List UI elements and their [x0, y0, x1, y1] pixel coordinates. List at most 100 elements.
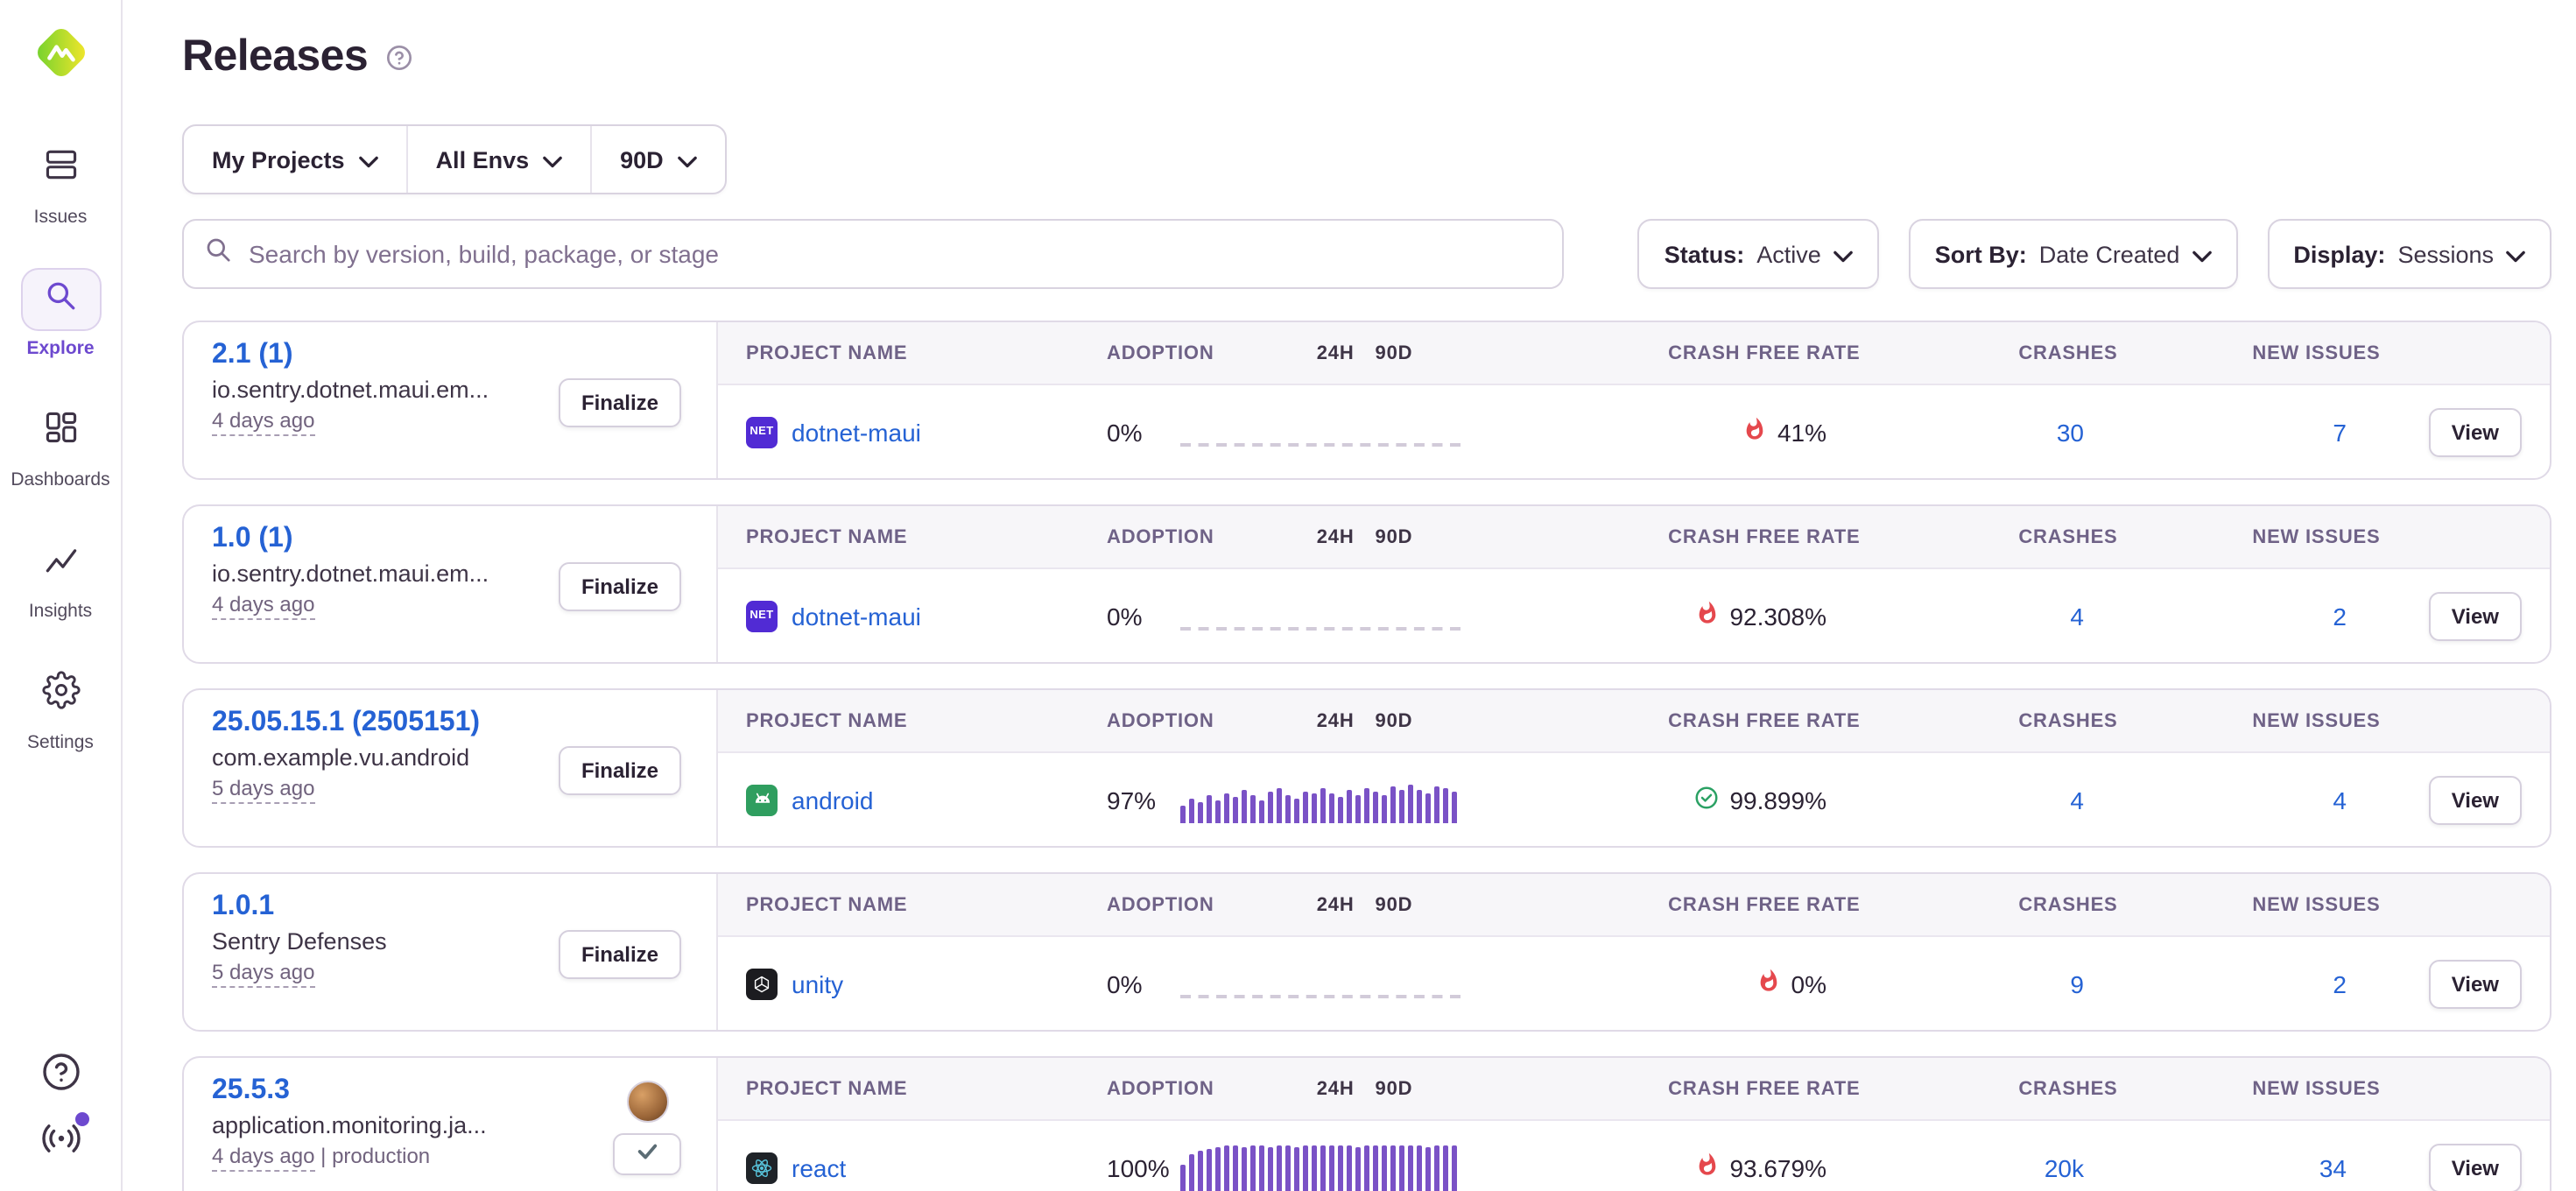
chevron-down-icon — [678, 146, 697, 173]
view-button[interactable]: View — [2429, 1143, 2522, 1191]
help-circle-icon — [39, 1070, 81, 1100]
view-button[interactable]: View — [2429, 775, 2522, 824]
table-row: android 97% 99.899% 4 4 View — [718, 753, 2550, 846]
finalize-button[interactable]: Finalize — [559, 561, 681, 610]
project-link[interactable]: unity — [792, 969, 843, 997]
release-time: 4 days ago — [212, 1144, 314, 1172]
page-filter-bar: My Projects All Envs 90D — [182, 124, 727, 194]
release-version-link[interactable]: 25.05.15.1 (2505151) — [212, 708, 480, 739]
release-version-link[interactable]: 25.5.3 — [212, 1075, 487, 1107]
sidebar: Issues Explore Dashboards Insights — [0, 0, 123, 1191]
adoption-sparkline — [1180, 961, 1460, 1006]
whats-new-button[interactable] — [39, 1117, 81, 1159]
period-toggle-24h[interactable]: 24H — [1317, 342, 1355, 363]
explore-icon — [41, 276, 80, 323]
release-card: 25.5.3 application.monitoring.ja... 4 da… — [182, 1056, 2551, 1191]
period-toggle-90d[interactable]: 90D — [1376, 342, 1413, 363]
crashes-link[interactable]: 4 — [2070, 602, 2084, 630]
adoption-value: 97% — [1107, 786, 1180, 814]
status-dropdown[interactable]: Status: Active — [1638, 219, 1879, 289]
period-toggle-90d[interactable]: 90D — [1376, 526, 1413, 547]
display-label: Display: — [2293, 241, 2385, 267]
period-toggle-24h[interactable]: 24H — [1317, 894, 1355, 915]
release-summary: 2.1 (1) io.sentry.dotnet.maui.em... 4 da… — [184, 322, 718, 478]
crash-free-rate-value: 92.308% — [1729, 602, 1826, 630]
finalized-check-button[interactable] — [613, 1133, 681, 1175]
help-button[interactable] — [39, 1051, 81, 1093]
column-header-adoption: ADOPTION — [1107, 894, 1214, 915]
finalize-button[interactable]: Finalize — [559, 377, 681, 426]
crashes-link[interactable]: 4 — [2070, 786, 2084, 814]
release-package: com.example.vu.android — [212, 744, 480, 771]
new-issues-link[interactable]: 2 — [2333, 969, 2347, 997]
project-link[interactable]: react — [792, 1153, 846, 1181]
sidebar-item-dashboards[interactable]: Dashboards — [0, 399, 121, 490]
project-link[interactable]: android — [792, 786, 873, 814]
display-dropdown[interactable]: Display: Sessions — [2267, 219, 2551, 289]
sidebar-nav: Issues Explore Dashboards Insights — [0, 137, 121, 753]
crashes-link[interactable]: 30 — [2057, 418, 2084, 446]
search-input[interactable] — [249, 240, 1541, 268]
settings-icon — [41, 670, 80, 717]
period-toggle-90d[interactable]: 90D — [1376, 1078, 1413, 1099]
release-version-link[interactable]: 1.0.1 — [212, 891, 387, 923]
period-toggle-24h[interactable]: 24H — [1317, 1078, 1355, 1099]
date-range-filter-dropdown[interactable]: 90D — [590, 126, 725, 193]
status-value: Active — [1756, 241, 1821, 267]
finalize-button[interactable]: Finalize — [559, 929, 681, 978]
release-card: 25.05.15.1 (2505151) com.example.vu.andr… — [182, 688, 2551, 848]
release-list: 2.1 (1) io.sentry.dotnet.maui.em... 4 da… — [182, 321, 2551, 1191]
sidebar-item-insights[interactable]: Insights — [0, 531, 121, 622]
new-issues-link[interactable]: 2 — [2333, 602, 2347, 630]
sidebar-item-label: Explore — [26, 338, 94, 359]
main-content: Releases My Projects All Envs 90D — [123, 0, 2576, 1191]
finalize-button[interactable]: Finalize — [559, 745, 681, 794]
sidebar-item-explore[interactable]: Explore — [0, 268, 121, 359]
fire-icon — [1756, 969, 1781, 998]
column-header-crash-free-rate: CRASH FREE RATE — [1516, 342, 1861, 363]
crash-free-rate-value: 41% — [1777, 418, 1826, 446]
sidebar-item-settings[interactable]: Settings — [0, 662, 121, 753]
new-issues-link[interactable]: 7 — [2333, 418, 2347, 446]
period-toggle-90d[interactable]: 90D — [1376, 710, 1413, 731]
sort-dropdown[interactable]: Sort By: Date Created — [1909, 219, 2238, 289]
notification-dot — [74, 1112, 88, 1126]
sidebar-footer — [39, 1051, 81, 1159]
sidebar-item-issues[interactable]: Issues — [0, 137, 121, 228]
app-window: Issues Explore Dashboards Insights — [0, 0, 2576, 1191]
page-title: Releases — [182, 32, 368, 82]
page-help-icon[interactable] — [385, 43, 413, 71]
release-card: 1.0 (1) io.sentry.dotnet.maui.em... 4 da… — [182, 504, 2551, 664]
table-row: react 100% 93.679% 20k 34 View — [718, 1121, 2550, 1191]
period-toggle-24h[interactable]: 24H — [1317, 710, 1355, 731]
crashes-link[interactable]: 9 — [2070, 969, 2084, 997]
adoption-sparkline — [1180, 593, 1460, 638]
environments-filter-dropdown[interactable]: All Envs — [406, 126, 591, 193]
column-header-crash-free-rate: CRASH FREE RATE — [1516, 526, 1861, 547]
table-row: NET dotnet-maui 0% 92.308% 4 2 View — [718, 569, 2550, 662]
release-version-link[interactable]: 2.1 (1) — [212, 340, 489, 371]
view-button[interactable]: View — [2429, 959, 2522, 1008]
search-box — [182, 219, 1564, 289]
column-header-project: PROJECT NAME — [746, 342, 1107, 363]
crashes-link[interactable]: 20k — [2045, 1153, 2084, 1181]
new-issues-link[interactable]: 34 — [2319, 1153, 2347, 1181]
projects-filter-dropdown[interactable]: My Projects — [184, 126, 406, 193]
period-toggle-24h[interactable]: 24H — [1317, 526, 1355, 547]
release-summary: 1.0 (1) io.sentry.dotnet.maui.em... 4 da… — [184, 506, 718, 662]
new-issues-link[interactable]: 4 — [2333, 786, 2347, 814]
broadcast-icon — [39, 1137, 81, 1166]
view-button[interactable]: View — [2429, 407, 2522, 456]
sentry-logo[interactable] — [29, 21, 92, 84]
column-header-adoption: ADOPTION — [1107, 1078, 1214, 1099]
project-link[interactable]: dotnet-maui — [792, 418, 921, 446]
period-toggle-90d[interactable]: 90D — [1376, 894, 1413, 915]
adoption-sparkline — [1180, 1145, 1460, 1190]
project-link[interactable]: dotnet-maui — [792, 602, 921, 630]
projects-filter-label: My Projects — [212, 146, 345, 173]
column-header-crashes: CRASHES — [1861, 342, 2118, 363]
toolbar: Status: Active Sort By: Date Created Dis… — [182, 219, 2551, 289]
release-version-link[interactable]: 1.0 (1) — [212, 524, 489, 555]
view-button[interactable]: View — [2429, 591, 2522, 640]
release-time: 4 days ago — [212, 592, 314, 620]
